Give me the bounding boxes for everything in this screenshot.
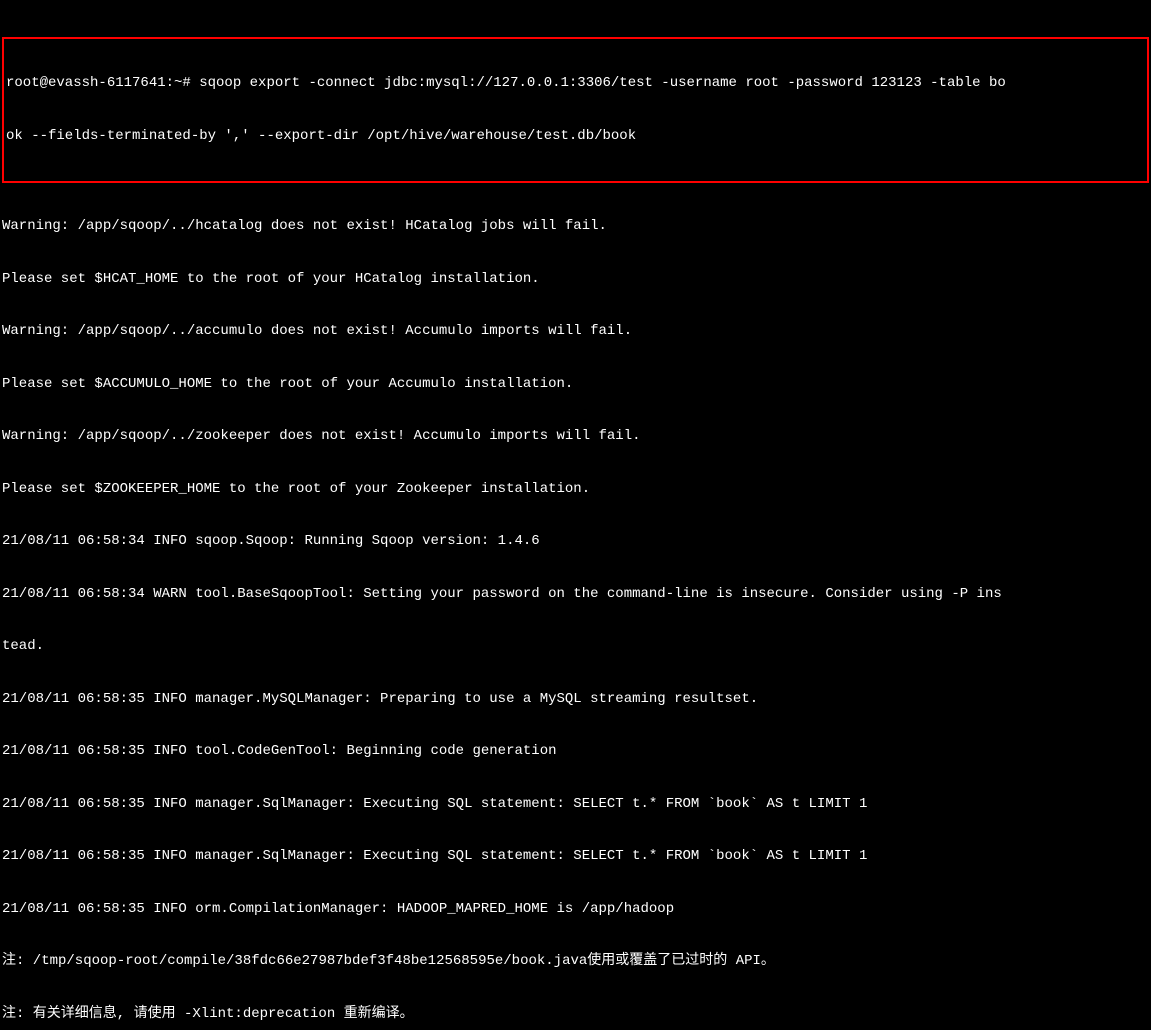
command-highlight-box: root@evassh-6117641:~# sqoop export -con…: [2, 37, 1149, 183]
log-line: 21/08/11 06:58:35 INFO manager.SqlManage…: [2, 796, 1149, 814]
log-line: 21/08/11 06:58:35 INFO manager.SqlManage…: [2, 848, 1149, 866]
prompt-command-line-2: ok --fields-terminated-by ',' --export-d…: [6, 128, 1145, 146]
log-line: tead.: [2, 638, 1149, 656]
log-line: Please set $ZOOKEEPER_HOME to the root o…: [2, 481, 1149, 499]
log-line: 注: 有关详细信息, 请使用 -Xlint:deprecation 重新编译。: [2, 1006, 1149, 1024]
log-line: 21/08/11 06:58:34 INFO sqoop.Sqoop: Runn…: [2, 533, 1149, 551]
log-line: Warning: /app/sqoop/../hcatalog does not…: [2, 218, 1149, 236]
log-line: Warning: /app/sqoop/../zookeeper does no…: [2, 428, 1149, 446]
log-line: Please set $HCAT_HOME to the root of you…: [2, 271, 1149, 289]
log-line: 注: /tmp/sqoop-root/compile/38fdc66e27987…: [2, 953, 1149, 971]
log-line: Warning: /app/sqoop/../accumulo does not…: [2, 323, 1149, 341]
log-line: 21/08/11 06:58:35 INFO orm.CompilationMa…: [2, 901, 1149, 919]
log-line: 21/08/11 06:58:34 WARN tool.BaseSqoopToo…: [2, 586, 1149, 604]
log-line: Please set $ACCUMULO_HOME to the root of…: [2, 376, 1149, 394]
log-line: 21/08/11 06:58:35 INFO manager.MySQLMana…: [2, 691, 1149, 709]
log-line: 21/08/11 06:58:35 INFO tool.CodeGenTool:…: [2, 743, 1149, 761]
prompt-command-line-1: root@evassh-6117641:~# sqoop export -con…: [6, 75, 1145, 93]
terminal-output[interactable]: root@evassh-6117641:~# sqoop export -con…: [2, 2, 1149, 1030]
